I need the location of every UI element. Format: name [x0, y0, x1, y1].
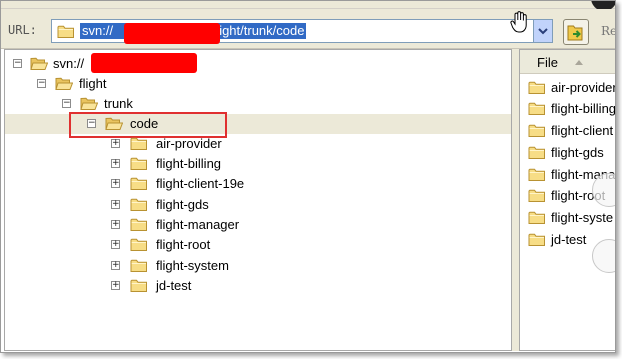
- folder-icon: [57, 24, 75, 39]
- tree-item-label: flight: [79, 76, 107, 91]
- window-top-edge: [1, 1, 615, 11]
- tree-item-label: flight-client-19e: [156, 176, 245, 191]
- file-list-item[interactable]: flight-syste: [528, 208, 615, 228]
- tree-item-label: flight-gds: [156, 197, 209, 212]
- overlay-circle: [592, 239, 615, 273]
- splitter[interactable]: [512, 49, 519, 351]
- folder-icon: [130, 176, 148, 191]
- folder-icon: [528, 101, 546, 116]
- chevron-down-icon: [538, 28, 548, 35]
- redaction-mark: [91, 53, 197, 73]
- folder-icon: [528, 167, 546, 182]
- expand-icon[interactable]: +: [111, 240, 120, 249]
- file-list-item[interactable]: air-provider: [528, 78, 616, 98]
- collapse-icon[interactable]: −: [62, 99, 71, 108]
- expand-icon[interactable]: +: [111, 139, 120, 148]
- url-dropdown-button[interactable]: [533, 19, 553, 43]
- file-column-header[interactable]: File: [520, 50, 615, 74]
- folder-icon: [528, 123, 546, 138]
- file-list-item[interactable]: flight-gds: [528, 143, 615, 163]
- repository-tree: − svn:// − flight − trunk − code + air-p…: [4, 49, 512, 351]
- redaction-mark: [124, 23, 220, 44]
- tree-item-flight-root[interactable]: + flight-root: [5, 235, 511, 255]
- tree-root-row[interactable]: − svn://: [5, 53, 511, 74]
- tree-item-flight[interactable]: − flight: [5, 74, 511, 94]
- tree-item-air-provider[interactable]: + air-provider: [5, 134, 511, 154]
- folder-icon: [130, 217, 148, 232]
- folder-icon: [528, 80, 546, 95]
- folder-icon: [130, 156, 148, 171]
- url-selected-text[interactable]: svn:// /flight/trunk/code: [80, 23, 307, 44]
- tree-item-flight-client-19e[interactable]: + flight-client-19e: [5, 174, 511, 194]
- file-name: flight-gds: [551, 145, 604, 160]
- file-name: jd-test: [551, 232, 587, 247]
- go-button[interactable]: [563, 19, 589, 45]
- file-list-panel: File air-provider flight-billing flight-…: [519, 49, 616, 351]
- tree-item-jd-test[interactable]: + jd-test: [5, 276, 511, 296]
- file-name: flight-billing: [551, 101, 616, 116]
- tree-item-label: flight-root: [156, 237, 211, 252]
- tree-item-flight-gds[interactable]: + flight-gds: [5, 195, 511, 215]
- tree-item-label: flight-billing: [156, 156, 222, 171]
- url-prefix: svn://: [82, 23, 114, 38]
- folder-icon: [528, 188, 546, 203]
- url-label: URL:: [8, 23, 37, 37]
- url-suffix: /flight/trunk/code: [209, 23, 305, 38]
- url-input[interactable]: svn:// /flight/trunk/code: [51, 19, 539, 44]
- tree-item-label: air-provider: [156, 136, 222, 151]
- hand-cursor-icon: [510, 11, 527, 33]
- url-toolbar: URL: svn:// /flight/trunk/code Re: [1, 9, 616, 49]
- folder-icon: [528, 145, 546, 160]
- collapse-icon[interactable]: −: [37, 79, 46, 88]
- file-header-label: File: [537, 55, 558, 70]
- file-name: air-provider: [551, 80, 616, 95]
- folder-icon: [130, 258, 148, 273]
- file-list-item[interactable]: flight-billing: [528, 99, 616, 119]
- folder-open-icon: [55, 76, 73, 91]
- expand-icon[interactable]: +: [111, 200, 120, 209]
- expand-icon[interactable]: +: [111, 261, 120, 270]
- folder-open-icon: [80, 96, 98, 111]
- tree-item-flight-billing[interactable]: + flight-billing: [5, 154, 511, 174]
- folder-icon: [130, 237, 148, 252]
- tree-item-label: jd-test: [156, 278, 192, 293]
- revision-label: Re: [601, 24, 616, 38]
- expand-icon[interactable]: +: [111, 159, 120, 168]
- folder-icon: [130, 197, 148, 212]
- tree-root-label: svn://: [53, 56, 85, 71]
- svn-browser-window: URL: svn:// /flight/trunk/code Re − svn:/…: [0, 0, 616, 353]
- sort-ascending-icon: [575, 60, 583, 65]
- folder-icon: [130, 136, 148, 151]
- tree-item-label: flight-system: [156, 258, 229, 273]
- file-name: flight-syste: [551, 210, 614, 225]
- file-name: flight-client: [551, 123, 614, 138]
- expand-icon[interactable]: +: [111, 281, 120, 290]
- expand-icon[interactable]: +: [111, 179, 120, 188]
- tree-item-flight-manager[interactable]: + flight-manager: [5, 215, 511, 235]
- expand-icon[interactable]: +: [111, 220, 120, 229]
- folder-icon: [528, 210, 546, 225]
- tree-item-label: trunk: [104, 96, 133, 111]
- folder-icon: [528, 232, 546, 247]
- tree-item-trunk[interactable]: − trunk: [5, 94, 511, 114]
- folder-go-icon: [567, 25, 583, 41]
- file-list-item[interactable]: flight-client: [528, 121, 615, 141]
- folder-icon: [130, 278, 148, 293]
- tree-item-label: flight-manager: [156, 217, 240, 232]
- folder-open-icon: [30, 56, 48, 71]
- tree-item-flight-system[interactable]: + flight-system: [5, 256, 511, 276]
- collapse-icon[interactable]: −: [13, 59, 22, 68]
